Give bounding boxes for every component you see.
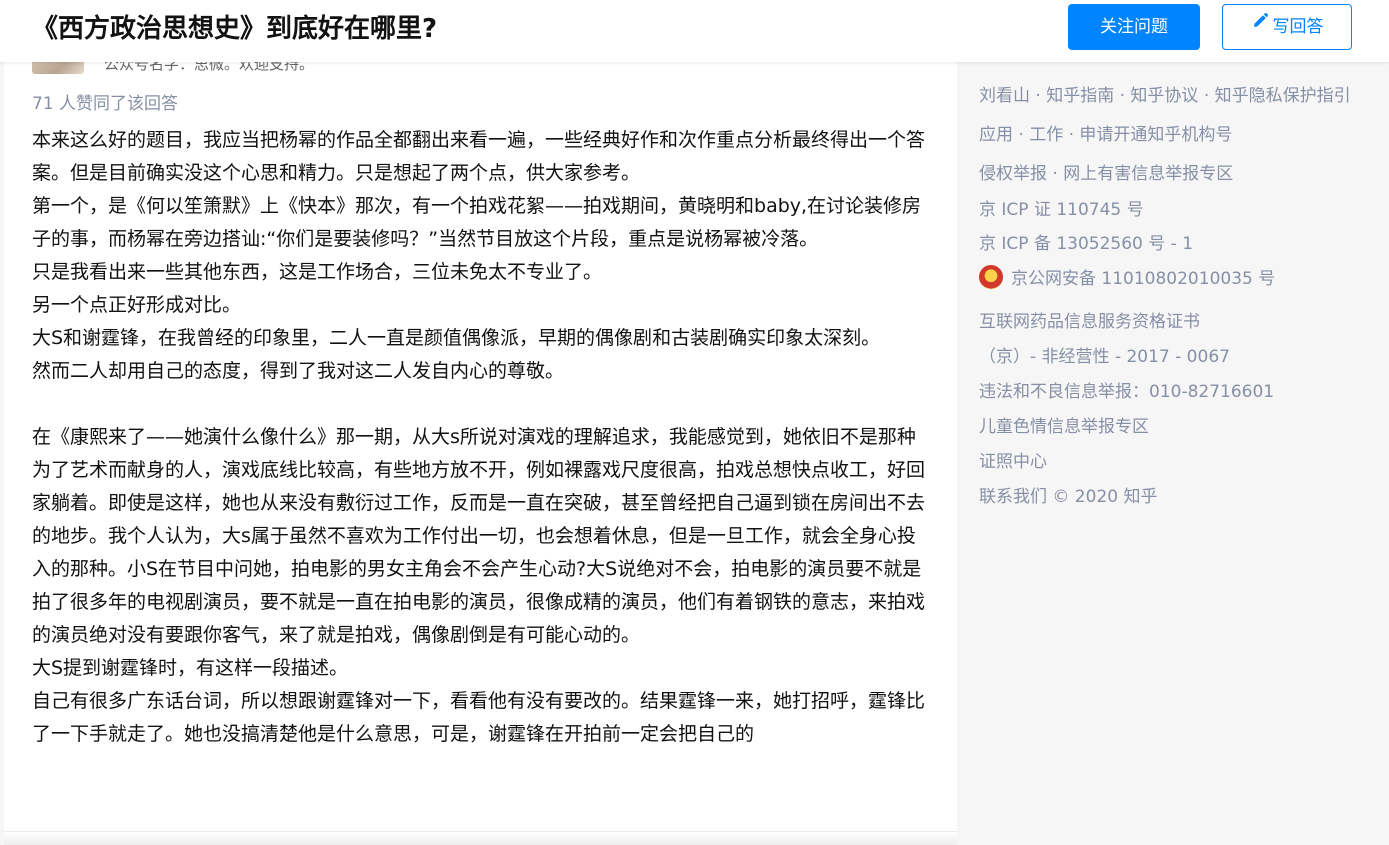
police-record[interactable]: 京公网安备 11010802010035 号 [979, 265, 1276, 291]
answer-paragraph: 本来这么好的题目，我应当把杨幂的作品全都翻出来看一遍，一些经典好作和次作重点分析… [32, 129, 926, 184]
page-title: 《西方政治思想史》到底好在哪里? [32, 14, 438, 44]
answer-paragraph: 只是我看出来一些其他东西，这是工作场合，三位未免太不专业了。 [32, 261, 603, 283]
icp-record[interactable]: 京 ICP 备 13052560 号 - 1 [979, 232, 1193, 256]
vote-count: 71 人赞同了该回答 [32, 94, 179, 114]
drug-info-cert-number: （京）- 非经营性 - 2017 - 0067 [979, 347, 1230, 367]
answer-paragraph: 自己有很多广东话台词，所以想跟谢霆锋对一下，看看他有没有要改的。结果霆锋一来，她… [32, 690, 926, 745]
answer-card: 公众号名字：思微。欢迎支持。 71 人赞同了该回答 本来这么好的题目，我应当把杨… [4, 62, 957, 845]
pencil-icon [1251, 3, 1269, 47]
answer-content: 本来这么好的题目，我应当把杨幂的作品全都翻出来看一遍，一些经典好作和次作重点分析… [32, 124, 932, 751]
footer-links-2[interactable]: 应用 · 工作 · 申请开通知乎机构号 [979, 123, 1232, 147]
answer-paragraph: 另一个点正好形成对比。 [32, 294, 242, 316]
footer-links-3[interactable]: 侵权举报 · 网上有害信息举报专区 [979, 162, 1233, 186]
card-bottom-edge [4, 831, 957, 845]
police-record-label: 京公网安备 11010802010035 号 [1011, 269, 1276, 289]
answer-paragraph: 大S提到谢霆锋时，有这样一段描述。 [32, 657, 349, 679]
drug-info-cert[interactable]: 互联网药品信息服务资格证书 [979, 310, 1200, 334]
write-answer-label: 写回答 [1272, 17, 1324, 37]
answer-paragraph: 第一个，是《何以笙箫默》上《快本》那次，有一个拍戏花絮——拍戏期间，黄晓明和ba… [32, 195, 922, 250]
author-avatar[interactable] [32, 62, 84, 74]
license-center[interactable]: 证照中心 [979, 450, 1047, 474]
answer-paragraph: 在《康熙来了——她演什么像什么》那一期，从大s所说对演戏的理解追求，我能感觉到，… [32, 426, 926, 646]
top-header: 《西方政治思想史》到底好在哪里? 关注问题 写回答 [0, 0, 1389, 62]
police-badge-icon [979, 265, 1003, 289]
answer-blank-line [32, 388, 932, 421]
footer-links-1[interactable]: 刘看山 · 知乎指南 · 知乎协议 · 知乎隐私保护指引 [979, 84, 1351, 108]
follow-question-button[interactable]: 关注问题 [1068, 4, 1200, 50]
report-hotline[interactable]: 违法和不良信息举报：010-82716601 [979, 380, 1274, 404]
contact-copyright[interactable]: 联系我们 © 2020 知乎 [979, 485, 1157, 509]
answer-paragraph: 大S和谢霆锋，在我曾经的印象里，二人一直是颜值偶像派，早期的偶像剧和古装剧确实印… [32, 327, 881, 349]
write-answer-button[interactable]: 写回答 [1222, 4, 1352, 50]
child-report-zone[interactable]: 儿童色情信息举报专区 [979, 415, 1149, 439]
author-bio: 公众号名字：思微。欢迎支持。 [104, 62, 315, 73]
icp-license[interactable]: 京 ICP 证 110745 号 [979, 198, 1144, 222]
answer-paragraph: 然而二人却用自己的态度，得到了我对这二人发自内心的尊敬。 [32, 360, 565, 382]
